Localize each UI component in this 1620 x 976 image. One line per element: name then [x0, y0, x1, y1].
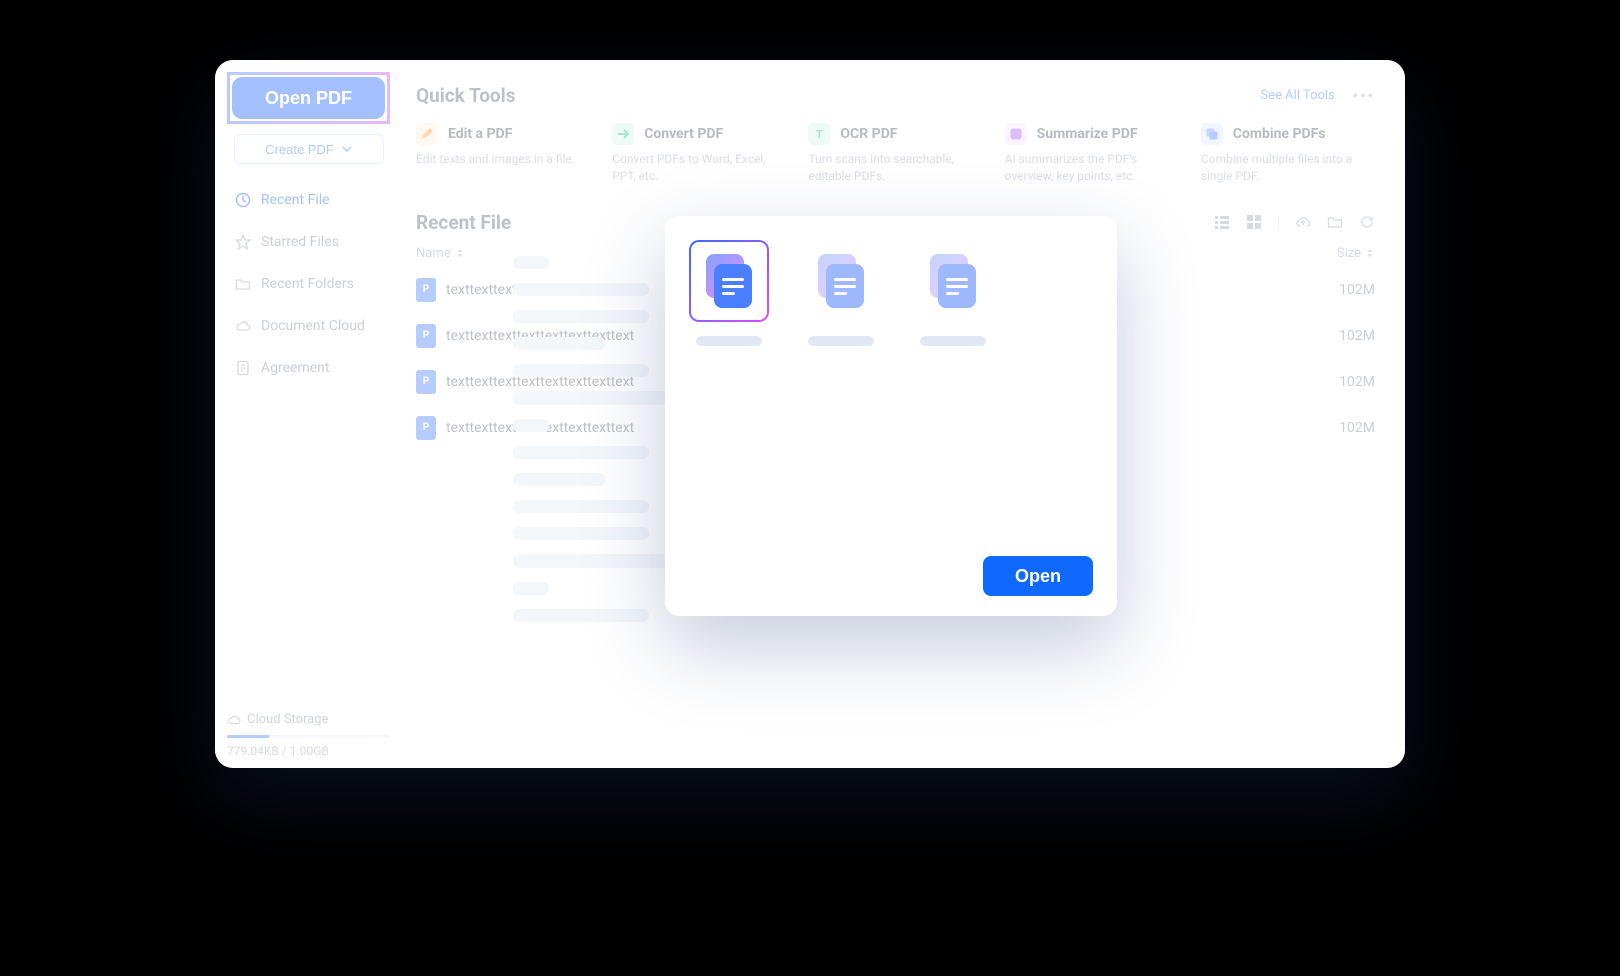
sidebar-item-recent-folders[interactable]: Recent Folders — [227, 266, 390, 302]
file-label-placeholder — [808, 336, 874, 346]
grid-view-icon[interactable] — [1246, 214, 1262, 230]
file-size: 102M — [1339, 282, 1375, 298]
upload-icon[interactable] — [1295, 214, 1311, 230]
pdf-file-icon: P — [416, 370, 436, 394]
sidebar-item-starred-files[interactable]: Starred Files — [227, 224, 390, 260]
tool-name: OCR PDF — [840, 126, 897, 142]
tool-desc: Combine multiple files into a single PDF… — [1201, 151, 1375, 185]
open-file-modal: Open — [665, 216, 1117, 616]
tool-desc: AI summarizes the PDF's overview, key po… — [1005, 151, 1179, 185]
tool-name: Edit a PDF — [448, 126, 512, 142]
open-folder-icon[interactable] — [1327, 214, 1343, 230]
folder-icon — [235, 276, 251, 292]
pdf-file-icon: P — [416, 416, 436, 440]
modal-file-item[interactable] — [913, 240, 993, 346]
file-label-placeholder — [920, 336, 986, 346]
summarize-icon — [1005, 123, 1027, 145]
list-view-icon[interactable] — [1214, 214, 1230, 230]
ocr-icon: T — [808, 123, 830, 145]
see-all-tools-link[interactable]: See All Tools — [1260, 88, 1334, 103]
sidebar-item-label: Recent Folders — [261, 276, 354, 292]
modal-open-button[interactable]: Open — [983, 556, 1093, 596]
tool-name: Convert PDF — [644, 126, 723, 142]
tool-name: Summarize PDF — [1037, 126, 1138, 142]
cloud-storage-label: Cloud Storage — [247, 712, 328, 727]
tool-summarize-pdf[interactable]: Summarize PDF AI summarizes the PDF's ov… — [1005, 123, 1179, 185]
pdf-file-icon: P — [416, 324, 436, 348]
pdf-file-icon: P — [416, 278, 436, 302]
document-icon — [818, 254, 864, 308]
edit-icon — [416, 123, 438, 145]
sidebar-item-document-cloud[interactable]: Document Cloud — [227, 308, 390, 344]
column-size[interactable]: Size — [1337, 246, 1375, 261]
tool-desc: Convert PDFs to Word, Excel, PPT, etc. — [612, 151, 786, 185]
file-label-placeholder — [696, 336, 762, 346]
cloud-storage: Cloud Storage 779.04KB / 1.00GB — [227, 712, 390, 758]
cloud-icon — [235, 318, 251, 334]
quick-tools-list: Edit a PDF Edit texts and images in a fi… — [416, 123, 1375, 185]
tool-desc: Edit texts and images in a file. — [416, 151, 590, 168]
sidebar-item-label: Agreement — [261, 360, 329, 376]
modal-file-item[interactable] — [801, 240, 881, 346]
modal-file-item[interactable] — [689, 240, 769, 346]
chevron-down-icon — [342, 144, 352, 154]
sidebar-item-label: Document Cloud — [261, 318, 365, 334]
create-pdf-button[interactable]: Create PDF — [234, 134, 384, 164]
document-icon — [930, 254, 976, 308]
tool-desc: Turn scans into searchable, editable PDF… — [808, 151, 982, 185]
sidebar-item-label: Starred Files — [261, 234, 339, 250]
sidebar-item-label: Recent File — [261, 192, 330, 208]
more-tools-icon[interactable]: ••• — [1353, 86, 1375, 105]
sidebar-nav: Recent File Starred Files Recent Folders… — [227, 182, 390, 386]
clock-icon — [235, 192, 251, 208]
sidebar: Open PDF Create PDF Recent File Starred … — [215, 60, 400, 768]
refresh-icon[interactable] — [1359, 214, 1375, 230]
file-size: 102M — [1339, 328, 1375, 344]
modal-file-list — [689, 240, 1093, 346]
cloud-storage-bar — [227, 735, 390, 738]
tool-ocr-pdf[interactable]: T OCR PDF Turn scans into searchable, edi… — [808, 123, 982, 185]
create-pdf-label: Create PDF — [265, 142, 334, 157]
sort-icon — [455, 248, 465, 258]
file-size: 102M — [1339, 374, 1375, 390]
sidebar-item-agreement[interactable]: Agreement — [227, 350, 390, 386]
convert-icon — [612, 123, 634, 145]
combine-icon — [1201, 123, 1223, 145]
tool-convert-pdf[interactable]: Convert PDF Convert PDFs to Word, Excel,… — [612, 123, 786, 185]
app-window: Open PDF Create PDF Recent File Starred … — [215, 60, 1405, 768]
tool-name: Combine PDFs — [1233, 126, 1326, 142]
column-name[interactable]: Name — [416, 246, 465, 261]
cloud-storage-usage: 779.04KB / 1.00GB — [227, 744, 390, 758]
file-size: 102M — [1339, 420, 1375, 436]
quick-tools-title: Quick Tools — [416, 84, 515, 107]
tool-edit-pdf[interactable]: Edit a PDF Edit texts and images in a fi… — [416, 123, 590, 185]
open-pdf-button[interactable]: Open PDF — [232, 77, 385, 119]
tool-combine-pdfs[interactable]: Combine PDFs Combine multiple files into… — [1201, 123, 1375, 185]
sidebar-item-recent-file[interactable]: Recent File — [227, 182, 390, 218]
open-pdf-highlight: Open PDF — [227, 72, 390, 124]
star-icon — [235, 234, 251, 250]
cloud-icon — [227, 713, 241, 727]
recent-view-controls — [1214, 214, 1375, 230]
file-icon — [235, 360, 251, 376]
sort-icon — [1365, 248, 1375, 258]
document-icon — [706, 254, 752, 308]
recent-file-title: Recent File — [416, 211, 511, 234]
